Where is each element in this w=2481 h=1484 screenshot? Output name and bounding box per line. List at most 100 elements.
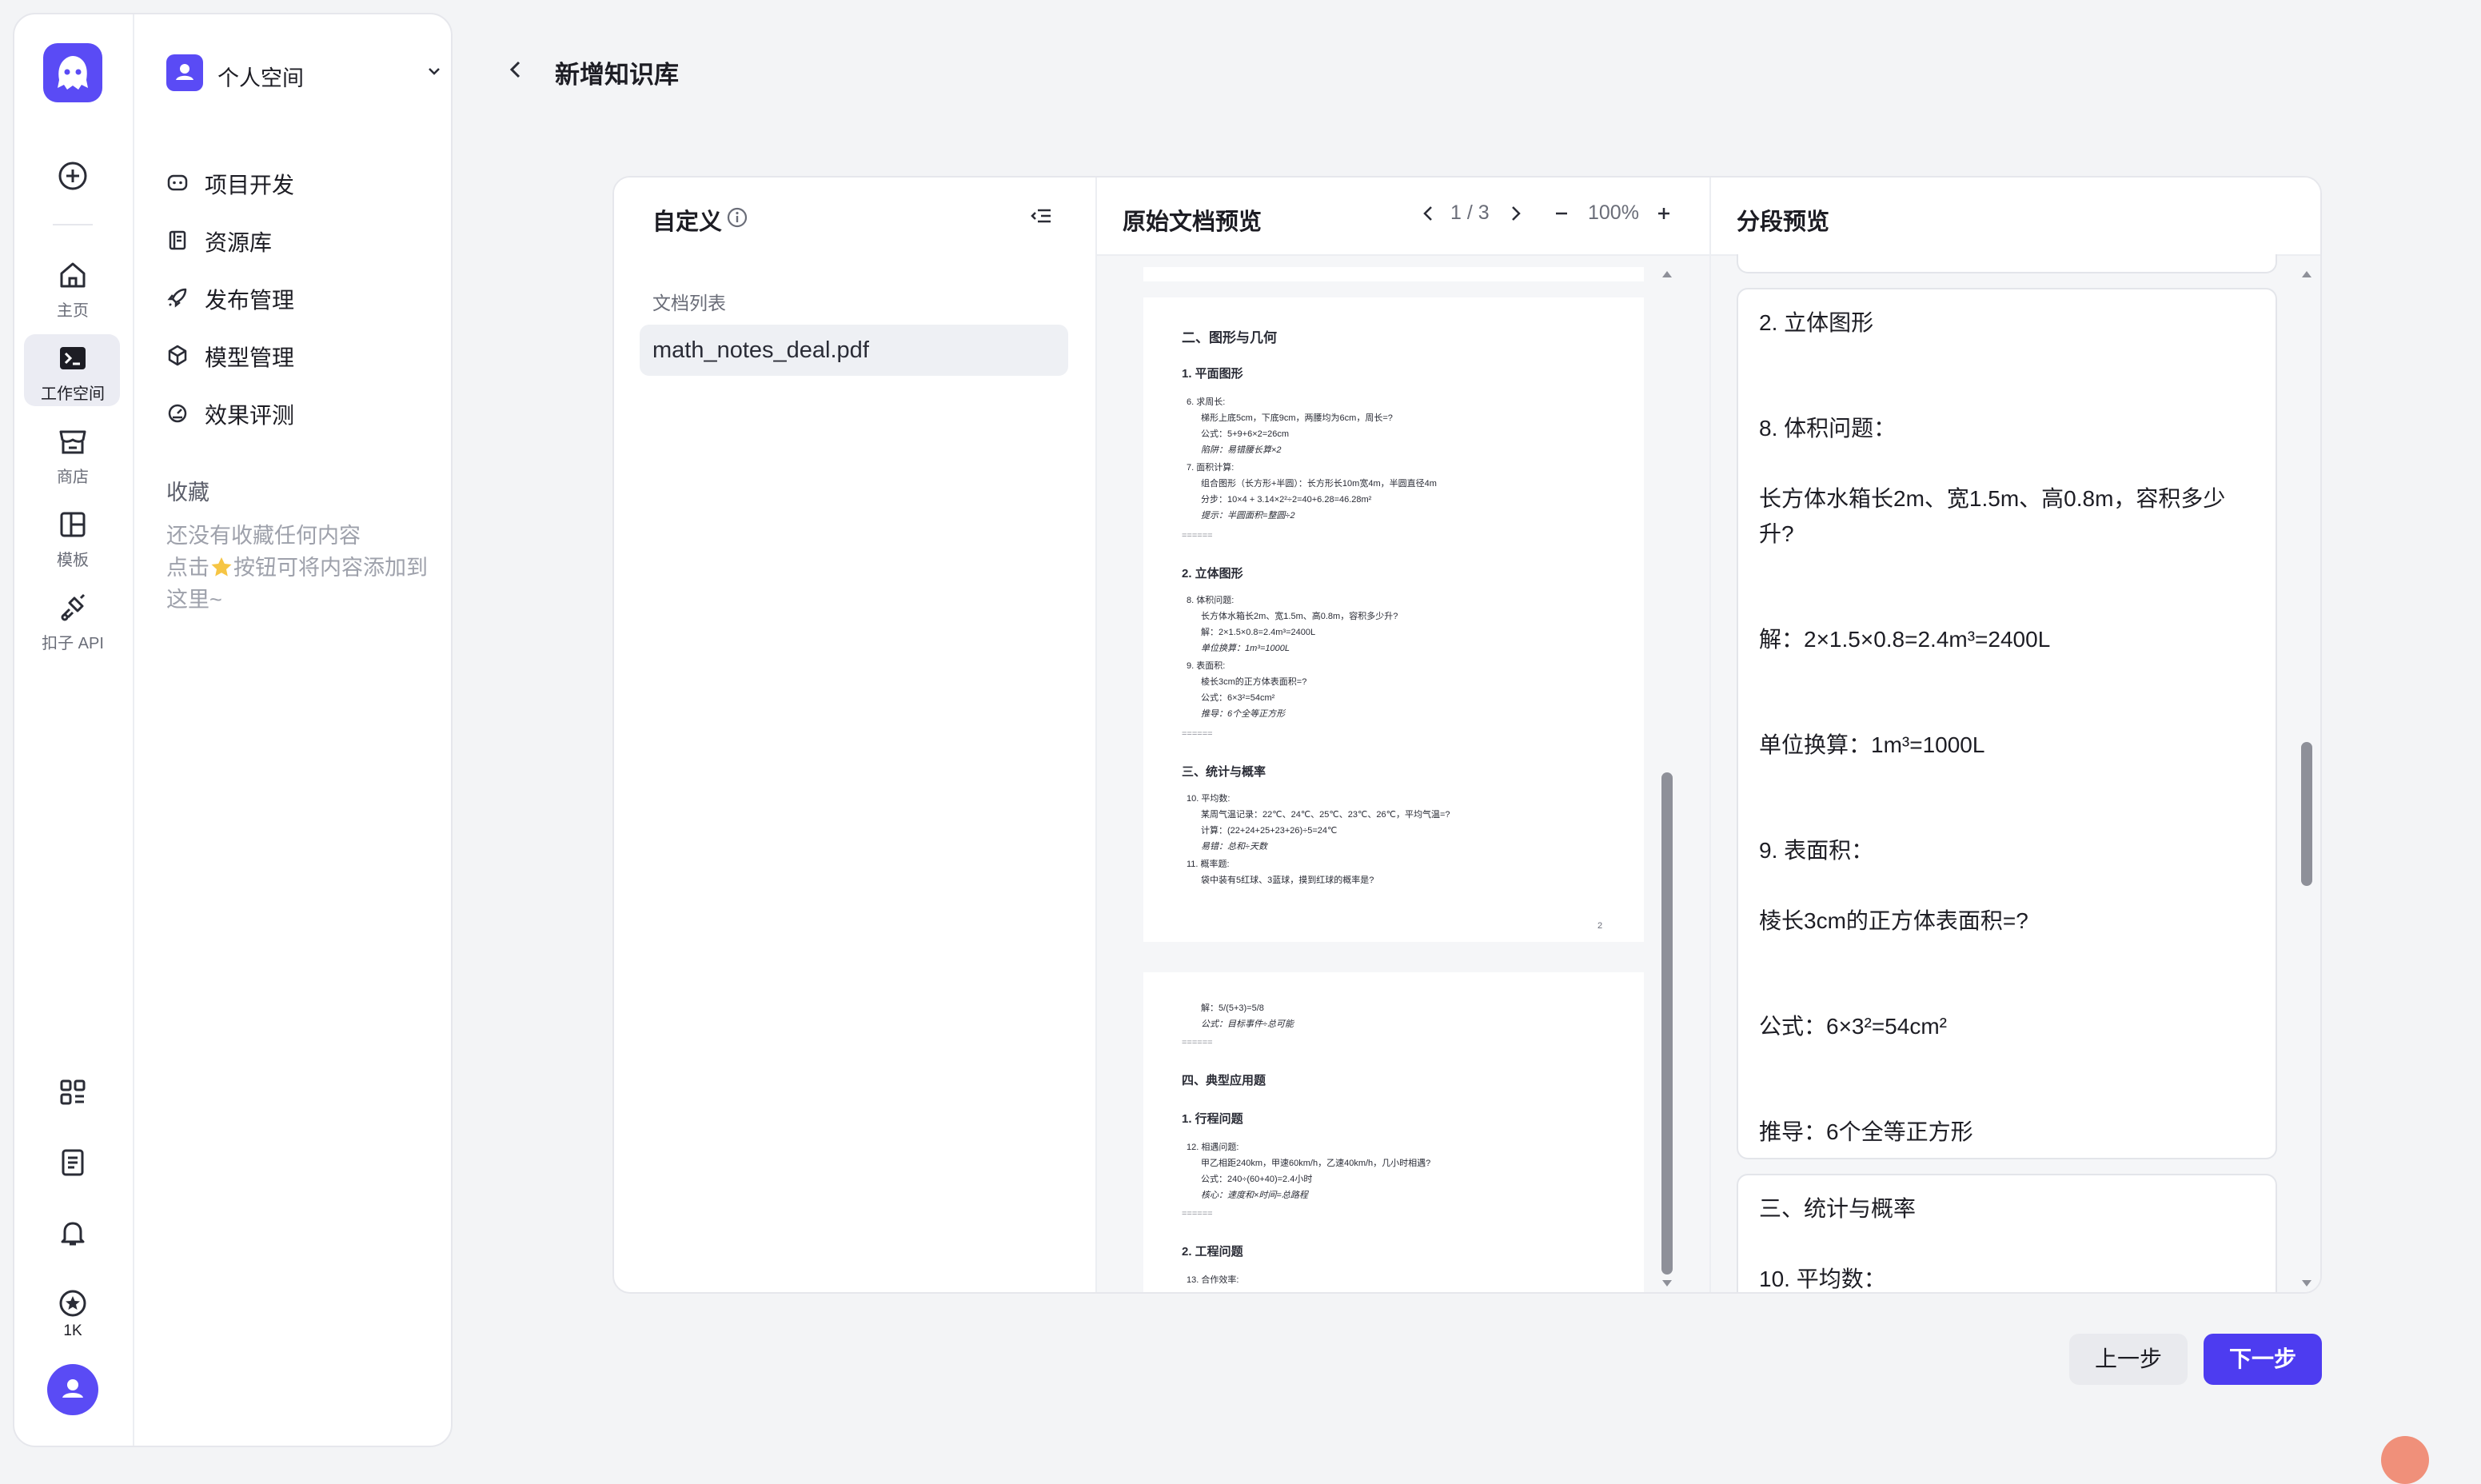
rail-item-workspace[interactable]: 工作空间 bbox=[14, 334, 131, 406]
column-header: 分段预览 bbox=[1711, 178, 2320, 256]
create-button[interactable] bbox=[14, 160, 131, 192]
custom-settings-column: 自定义 文档列表 math_notes_deal.pdf bbox=[614, 178, 1097, 1292]
segment-line: 三、统计与概率 bbox=[1759, 1196, 1917, 1221]
page-number: 2 bbox=[1597, 921, 1603, 931]
favorites-title: 收藏 bbox=[166, 481, 209, 505]
pdf-line: 陷阱：易错腰长算×2 bbox=[1201, 445, 1282, 455]
page-indicator: 1 / 3 bbox=[1450, 201, 1490, 224]
segment-line: 9. 表面积： bbox=[1759, 838, 1874, 863]
terminal-icon bbox=[60, 347, 86, 369]
bot-icon bbox=[167, 174, 188, 191]
next-page-icon[interactable] bbox=[1505, 203, 1526, 224]
pdf-line: 2. 立体图形 bbox=[1182, 567, 1243, 580]
pdf-line: 提示：半圆面积=整圆÷2 bbox=[1201, 511, 1295, 521]
pdf-line: 某周气温记录：22℃、24℃、25℃、23℃、26℃，平均气温=? bbox=[1201, 810, 1450, 820]
rail-divider bbox=[53, 224, 93, 225]
rocket-icon bbox=[167, 288, 187, 308]
rail-item-home[interactable]: 主页 bbox=[14, 259, 131, 321]
user-avatar[interactable] bbox=[47, 1364, 98, 1415]
document-item[interactable]: math_notes_deal.pdf bbox=[640, 325, 1068, 376]
previous-step-button[interactable]: 上一步 bbox=[2069, 1334, 2188, 1385]
info-icon[interactable] bbox=[726, 206, 748, 229]
nav-item-projects[interactable]: 项目开发 bbox=[166, 165, 438, 200]
column-header: 自定义 bbox=[614, 178, 1095, 254]
rail-item-store[interactable]: 商店 bbox=[14, 425, 131, 487]
next-step-button[interactable]: 下一步 bbox=[2204, 1334, 2322, 1385]
pdf-line: 梯形上底5cm，下底9cm，两腰均为6cm，周长=? bbox=[1201, 413, 1393, 423]
pdf-line: 6. 求周长: bbox=[1187, 397, 1226, 407]
doc-list-label: 文档列表 bbox=[652, 293, 726, 313]
layout-icon bbox=[60, 512, 86, 537]
segment-line: 解：2×1.5×0.8=2.4m³=2400L bbox=[1759, 627, 2051, 652]
favorites-empty-line: 这里~ bbox=[166, 588, 222, 612]
segment-line: 公式：6×3²=54cm² bbox=[1759, 1014, 1947, 1039]
pdf-page-previous bbox=[1143, 267, 1644, 281]
scroll-up-icon[interactable] bbox=[1660, 267, 1674, 281]
preview-title: 原始文档预览 bbox=[1123, 209, 1262, 235]
nav-item-label: 模型管理 bbox=[205, 345, 295, 370]
segment-card[interactable]: 三、统计与概率 10. 平均数： bbox=[1737, 1174, 2277, 1292]
segment-line: 棱长3cm的正方体表面积=? bbox=[1759, 908, 2028, 933]
preview-scrollbar[interactable] bbox=[1660, 267, 1674, 1291]
notifications-button[interactable] bbox=[14, 1217, 131, 1249]
pdf-line: 计算：(22+24+25+23+26)÷5=24℃ bbox=[1201, 826, 1338, 836]
segment-line: 推导：6个全等正方形 bbox=[1759, 1119, 1973, 1144]
pdf-line: 解：5/(5+3)=5/8 bbox=[1201, 1003, 1264, 1013]
space-switcher[interactable]: 个人空间 bbox=[166, 53, 446, 93]
nav-item-publish[interactable]: 发布管理 bbox=[166, 280, 438, 315]
scroll-up-icon[interactable] bbox=[2300, 267, 2314, 281]
back-button[interactable] bbox=[504, 58, 528, 82]
rail-item-label: 商店 bbox=[57, 469, 89, 486]
document-name: math_notes_deal.pdf bbox=[652, 337, 869, 363]
gauge-icon bbox=[168, 404, 187, 423]
app-logo-icon[interactable] bbox=[43, 43, 102, 102]
store-icon bbox=[59, 430, 86, 454]
prev-page-icon[interactable] bbox=[1418, 203, 1439, 224]
segment-preview-column: 分段预览 2. 立体图形 8. 体积问题： 长方体水箱长2m、宽1.5m、高0.… bbox=[1711, 178, 2320, 1292]
nav-item-models[interactable]: 模型管理 bbox=[166, 337, 438, 373]
apps-button[interactable] bbox=[14, 1076, 131, 1108]
api-link-icon bbox=[61, 593, 86, 621]
nav-item-label: 效果评测 bbox=[205, 403, 295, 428]
rail-item-label: 工作空间 bbox=[41, 385, 105, 403]
custom-title: 自定义 bbox=[652, 209, 723, 235]
favorites-empty-line: 还没有收藏任何内容 bbox=[166, 524, 361, 548]
pdf-line: 三、统计与概率 bbox=[1182, 765, 1266, 779]
scroll-down-icon[interactable] bbox=[2300, 1276, 2314, 1291]
assistant-bubble-icon[interactable] bbox=[2381, 1436, 2429, 1484]
space-name: 个人空间 bbox=[217, 66, 304, 90]
scrollbar-thumb[interactable] bbox=[1661, 772, 1673, 1275]
segment-line: 10. 平均数： bbox=[1759, 1267, 1886, 1291]
collapse-panel-icon[interactable] bbox=[1028, 203, 1054, 229]
scroll-down-icon[interactable] bbox=[1660, 1276, 1674, 1291]
pdf-line: ====== bbox=[1182, 1209, 1213, 1219]
pdf-line: 公式：240÷(60+40)=2.4小时 bbox=[1201, 1175, 1313, 1184]
rail-item-templates[interactable]: 模板 bbox=[14, 509, 131, 570]
pdf-line: 公式：5+9+6×2=26cm bbox=[1201, 429, 1290, 439]
credits-button[interactable]: 1K bbox=[14, 1287, 131, 1340]
pdf-line: 1. 平面图形 bbox=[1182, 367, 1243, 381]
pdf-line: 推导：6个全等正方形 bbox=[1201, 709, 1286, 719]
pdf-line: ====== bbox=[1182, 531, 1213, 541]
document-icon bbox=[62, 1149, 84, 1176]
nav-item-evaluation[interactable]: 效果评测 bbox=[166, 395, 438, 430]
library-icon bbox=[169, 230, 186, 250]
pdf-line: 11. 概率题: bbox=[1187, 860, 1230, 869]
rail-item-api[interactable]: 扣子 API bbox=[14, 592, 131, 653]
zoom-in-icon[interactable] bbox=[1653, 203, 1674, 224]
chevron-left-icon bbox=[509, 61, 521, 78]
pdf-line: 组合图形（长方形+半圆）：长方形长10m宽4m，半圆直径4m bbox=[1201, 479, 1437, 489]
scrollbar-thumb[interactable] bbox=[2301, 742, 2312, 886]
nav-item-library[interactable]: 资源库 bbox=[166, 222, 438, 257]
segment-line: 单位换算：1m³=1000L bbox=[1759, 732, 1985, 757]
pdf-page-2: 二、图形与几何 1. 平面图形 6. 求周长: 梯形上底5cm，下底9cm，两腰… bbox=[1143, 297, 1644, 942]
segment-scrollbar[interactable] bbox=[2300, 267, 2314, 1291]
nav-item-label: 资源库 bbox=[205, 230, 273, 255]
nav-item-label: 项目开发 bbox=[205, 173, 295, 197]
zoom-out-icon[interactable] bbox=[1551, 203, 1572, 224]
pdf-line: 2. 工程问题 bbox=[1182, 1245, 1243, 1259]
zoom-level: 100% bbox=[1588, 201, 1639, 224]
docs-button[interactable] bbox=[14, 1147, 131, 1179]
pdf-line: 解：2×1.5×0.8=2.4m³=2400L bbox=[1201, 628, 1316, 637]
segment-card[interactable]: 2. 立体图形 8. 体积问题： 长方体水箱长2m、宽1.5m、高0.8m，容积… bbox=[1737, 288, 2277, 1159]
